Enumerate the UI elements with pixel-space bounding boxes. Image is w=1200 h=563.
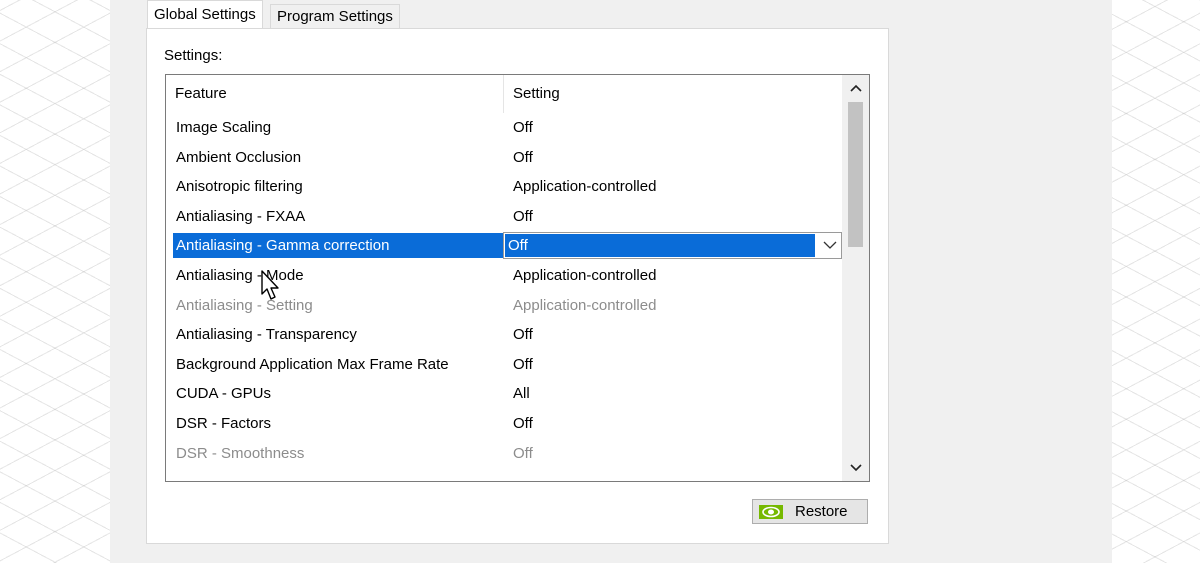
setting-value: Off — [513, 444, 533, 462]
scroll-down-button[interactable] — [842, 455, 869, 481]
setting-value: Off — [513, 414, 533, 432]
list-row-dsr-factors[interactable]: DSR - Factors Off — [166, 409, 842, 439]
chevron-down-icon — [823, 241, 837, 250]
feature-name: Image Scaling — [176, 119, 272, 136]
mouse-pointer-icon — [261, 270, 279, 300]
feature-name: Background Application Max Frame Rate — [176, 355, 449, 373]
setting-value: Off — [513, 148, 533, 166]
list-row-cuda-gpus[interactable]: CUDA - GPUs All — [166, 379, 842, 409]
list-row-ambient-occlusion[interactable]: Ambient Occlusion Off — [166, 143, 842, 173]
setting-value: Off — [513, 207, 533, 225]
feature-name: DSR - Factors — [176, 414, 272, 432]
restore-label: Restore — [795, 503, 848, 520]
setting-value: Application-controlled — [513, 178, 657, 196]
nvidia-logo-icon — [759, 505, 783, 519]
feature-name: Antialiasing - FXAA — [176, 207, 306, 225]
settings-label: Settings: — [164, 47, 223, 64]
setting-value: Application-controlled — [513, 266, 657, 284]
list-row-dsr-smoothness[interactable]: DSR - Smoothness Off — [166, 439, 842, 469]
feature-name: Antialiasing - Gamma correction — [176, 237, 390, 255]
setting-value: Application-controlled — [513, 296, 657, 314]
feature-name: Antialiasing - Setting — [176, 296, 313, 314]
setting-dropdown[interactable]: Off — [503, 232, 842, 260]
list-row-antialiasing-fxaa[interactable]: Antialiasing - FXAA Off — [166, 202, 842, 232]
scroll-up-button[interactable] — [842, 75, 869, 101]
decorative-background-left — [0, 0, 110, 563]
dropdown-selected-value: Off — [505, 234, 815, 258]
list-row-antialiasing-transparency[interactable]: Antialiasing - Transparency Off — [166, 320, 842, 350]
tab-program-settings[interactable]: Program Settings — [270, 4, 400, 28]
vertical-scrollbar[interactable] — [842, 75, 869, 481]
feature-name: CUDA - GPUs — [176, 385, 272, 403]
restore-button[interactable]: Restore — [752, 499, 868, 524]
scrollbar-thumb[interactable] — [848, 102, 863, 247]
setting-value: Off — [513, 326, 533, 344]
feature-name: DSR - Smoothness — [176, 444, 305, 462]
feature-name: Antialiasing - Transparency — [176, 326, 357, 344]
list-header: Feature Setting — [166, 75, 842, 113]
feature-name: Antialiasing - Mode — [176, 266, 304, 284]
column-header-feature[interactable]: Feature — [166, 75, 504, 113]
chevron-down-icon — [849, 464, 862, 472]
setting-value: Off — [513, 355, 533, 373]
decorative-background-right — [1110, 0, 1200, 563]
list-row-anisotropic-filtering[interactable]: Anisotropic filtering Application-contro… — [166, 172, 842, 202]
feature-name: Ambient Occlusion — [176, 148, 302, 166]
list-row-image-scaling[interactable]: Image Scaling Off — [166, 113, 842, 143]
setting-value: Off — [513, 119, 533, 136]
chevron-up-icon — [849, 84, 862, 92]
column-header-setting[interactable]: Setting — [504, 75, 842, 113]
list-row-partially-visible[interactable] — [166, 468, 842, 481]
setting-value: All — [513, 385, 530, 403]
global-settings-panel: Settings: Feature Setting Image Scaling … — [146, 28, 889, 544]
list-row-antialiasing-gamma-correction[interactable]: Antialiasing - Gamma correction Off — [166, 231, 842, 261]
tab-global-settings[interactable]: Global Settings — [147, 0, 263, 28]
list-row-background-max-frame-rate[interactable]: Background Application Max Frame Rate Of… — [166, 350, 842, 380]
feature-name: Anisotropic filtering — [176, 178, 303, 196]
